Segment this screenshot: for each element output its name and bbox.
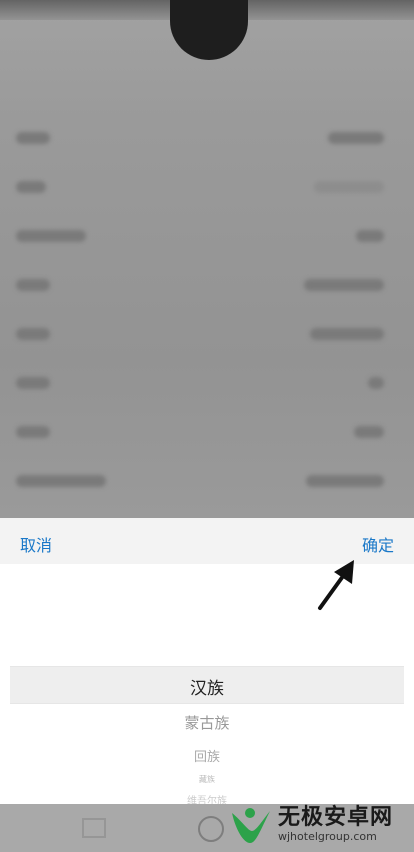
- home-button-icon[interactable]: [198, 816, 224, 842]
- blurred-row: [0, 453, 414, 502]
- watermark: 无极安卓网 wjhotelgroup.com: [226, 798, 408, 852]
- blurred-row: [0, 355, 414, 404]
- pointer-arrow-icon: [318, 560, 354, 610]
- blurred-row: [0, 257, 414, 306]
- picker-option-selected[interactable]: 汉族: [0, 674, 414, 699]
- watermark-text: 无极安卓网 wjhotelgroup.com: [278, 806, 393, 844]
- recent-apps-icon[interactable]: [82, 818, 106, 838]
- blurred-form-list: [0, 110, 414, 502]
- picker-option[interactable]: 蒙古族: [0, 712, 414, 733]
- cancel-button[interactable]: 取消: [20, 532, 52, 556]
- picker-option[interactable]: 藏族: [0, 774, 414, 785]
- watermark-url: wjhotelgroup.com: [278, 830, 377, 843]
- blurred-row: [0, 404, 414, 453]
- blurred-row: [0, 159, 414, 208]
- blurred-row: [0, 208, 414, 257]
- blurred-row: [0, 306, 414, 355]
- watermark-title: 无极安卓网: [278, 805, 394, 830]
- confirm-button[interactable]: 确定: [362, 532, 394, 556]
- blurred-row: [0, 110, 414, 159]
- watermark-logo-icon: [232, 808, 270, 843]
- picker-option[interactable]: 回族: [0, 746, 414, 765]
